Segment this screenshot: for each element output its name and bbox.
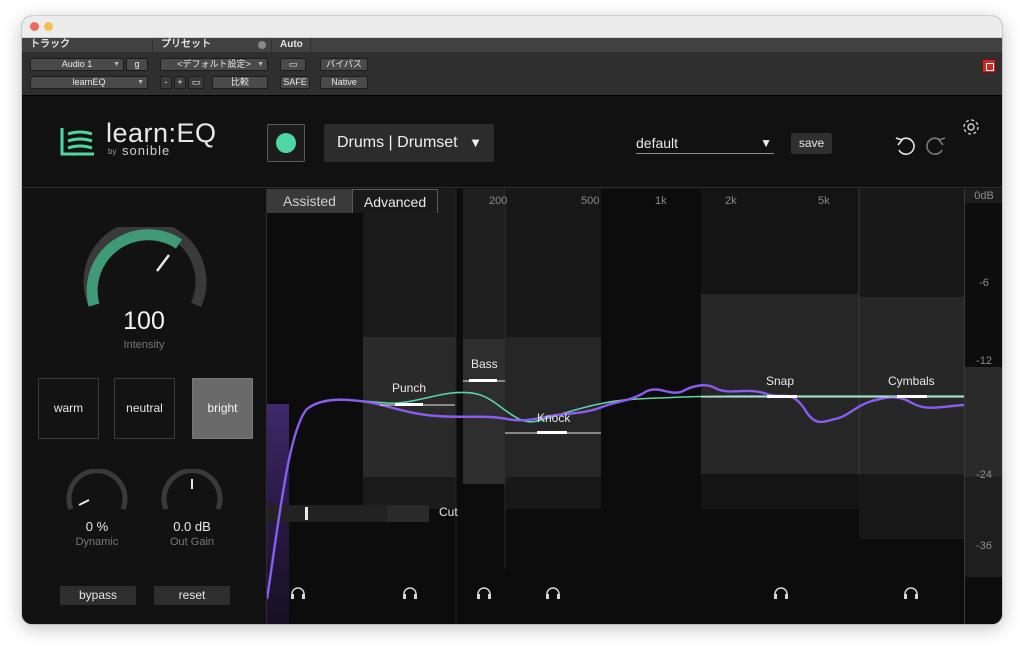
mode-warm-button[interactable]: warm: [38, 378, 99, 439]
band-label-knock: Knock: [537, 411, 571, 425]
db-tick-24: -24: [976, 469, 992, 481]
compare-button[interactable]: 比較: [212, 76, 268, 89]
track-selector[interactable]: Audio 1 ▼: [30, 58, 124, 71]
out-gain-label: Out Gain: [169, 536, 215, 548]
solo-headphones-icon[interactable]: [290, 586, 306, 600]
dynamic-label: Dynamic: [75, 536, 119, 548]
meter-level-lower: [965, 477, 1002, 577]
preset-menu-icon[interactable]: [258, 41, 266, 49]
logo-by: by: [108, 147, 117, 156]
bypass-button[interactable]: bypass: [60, 586, 136, 605]
db-tick-12: -12: [976, 355, 992, 367]
chevron-down-icon: ▼: [469, 135, 482, 150]
host-plugin-header: トラック プリセット Auto Audio 1 ▼ g learnEQ ▼ <デフォ…: [22, 38, 1002, 96]
preset-dropdown[interactable]: default ▼: [636, 134, 774, 154]
left-control-panel: 100 Intensity warm neutral bright 0 % Dy…: [22, 189, 267, 624]
mode-neutral-button[interactable]: neutral: [114, 378, 175, 439]
meter-level-upper: [965, 367, 1002, 477]
profile-label: Drums | Drumset: [337, 134, 458, 151]
punch-handle[interactable]: [395, 403, 423, 406]
db-tick-0: 0dB: [974, 190, 994, 202]
freq-label-200: 200: [489, 195, 508, 207]
cymbals-handle[interactable]: [897, 395, 927, 398]
track-header: トラック: [22, 38, 152, 52]
solo-headphones-icon[interactable]: [903, 586, 919, 600]
minimize-window-button[interactable]: [44, 22, 53, 31]
plugin-topbar: learn:EQ by sonible Drums | Drumset ▼ de…: [22, 96, 1002, 188]
freq-label-2k: 2k: [725, 195, 737, 207]
band-label-punch: Punch: [392, 381, 427, 395]
power-icon[interactable]: [982, 59, 996, 73]
punch-band-highlight: [363, 337, 456, 477]
snap-handle[interactable]: [767, 395, 797, 398]
solo-headphones-icon[interactable]: [476, 586, 492, 600]
dynamic-knob[interactable]: [65, 469, 129, 513]
profile-dropdown[interactable]: Drums | Drumset ▼: [324, 124, 494, 162]
automation-icon[interactable]: ▭: [280, 58, 306, 71]
reset-button[interactable]: reset: [154, 586, 230, 605]
intensity-label: Intensity: [123, 339, 165, 351]
copy-settings-icon[interactable]: ▭: [188, 76, 204, 89]
host-header-spacer: [311, 38, 1002, 52]
dynamic-value: 0 %: [85, 519, 109, 534]
preset-label: default: [636, 135, 679, 151]
redo-icon[interactable]: [923, 136, 947, 156]
band-label-snap: Snap: [766, 374, 795, 388]
band-label-bass: Bass: [471, 357, 498, 371]
previous-preset-button[interactable]: -: [160, 76, 172, 89]
title-bar: [22, 16, 1002, 38]
tab-assisted[interactable]: Assisted: [267, 189, 352, 213]
freq-label-1k: 1k: [655, 195, 667, 207]
settings-gear-icon[interactable]: [961, 117, 981, 137]
native-button[interactable]: Native: [320, 76, 368, 89]
logo-brand: sonible: [122, 143, 171, 158]
db-tick-36: -36: [976, 540, 992, 552]
out-gain-knob[interactable]: [160, 469, 224, 513]
plugin-window: トラック プリセット Auto Audio 1 ▼ g learnEQ ▼ <デフォ…: [22, 16, 1002, 624]
solo-headphones-icon[interactable]: [773, 586, 789, 600]
intensity-value: 100: [123, 307, 165, 335]
out-gain-value: 0.0 dB: [173, 519, 211, 534]
eq-display[interactable]: Assisted Advanced 200 500 1k 2k 5k Punch…: [267, 189, 964, 624]
learn-button[interactable]: [267, 124, 305, 162]
close-window-button[interactable]: [30, 22, 39, 31]
save-button[interactable]: save: [791, 133, 832, 154]
learn-record-icon: [276, 133, 296, 153]
solo-headphones-icon[interactable]: [402, 586, 418, 600]
intensity-knob[interactable]: [80, 227, 210, 312]
host-preset-selector[interactable]: <デフォルト設定> ▼: [160, 58, 268, 71]
cut-slider-handle[interactable]: [305, 507, 308, 520]
safe-button[interactable]: SAFE: [280, 76, 310, 89]
track-group-selector[interactable]: g: [126, 58, 148, 71]
mode-bright-button[interactable]: bright: [192, 378, 253, 439]
cut-slider-track: [267, 505, 387, 522]
learn-eq-plugin: learn:EQ by sonible Drums | Drumset ▼ de…: [22, 96, 1002, 624]
band-label-cymbals: Cymbals: [888, 374, 935, 388]
db-tick-6: -6: [979, 277, 989, 289]
auto-header: Auto: [272, 38, 310, 52]
freq-label-500: 500: [581, 195, 600, 207]
eq-graph[interactable]: [267, 189, 964, 624]
freq-label-5k: 5k: [818, 195, 830, 207]
tab-advanced[interactable]: Advanced: [352, 189, 438, 213]
learneq-logo-icon: [60, 128, 94, 156]
bypass-host-button[interactable]: バイパス: [320, 58, 368, 71]
undo-icon[interactable]: [894, 136, 918, 156]
solo-headphones-icon[interactable]: [545, 586, 561, 600]
next-preset-button[interactable]: +: [174, 76, 186, 89]
plugin-selector[interactable]: learnEQ ▼: [30, 76, 148, 89]
cut-label: Cut: [439, 505, 458, 519]
knock-handle[interactable]: [537, 431, 567, 434]
chevron-down-icon: ▼: [760, 136, 772, 150]
bass-handle[interactable]: [469, 379, 497, 382]
output-level-meter: 0dB -6 -12 -24 -36: [964, 189, 1002, 624]
preset-header: プリセット: [153, 38, 271, 52]
